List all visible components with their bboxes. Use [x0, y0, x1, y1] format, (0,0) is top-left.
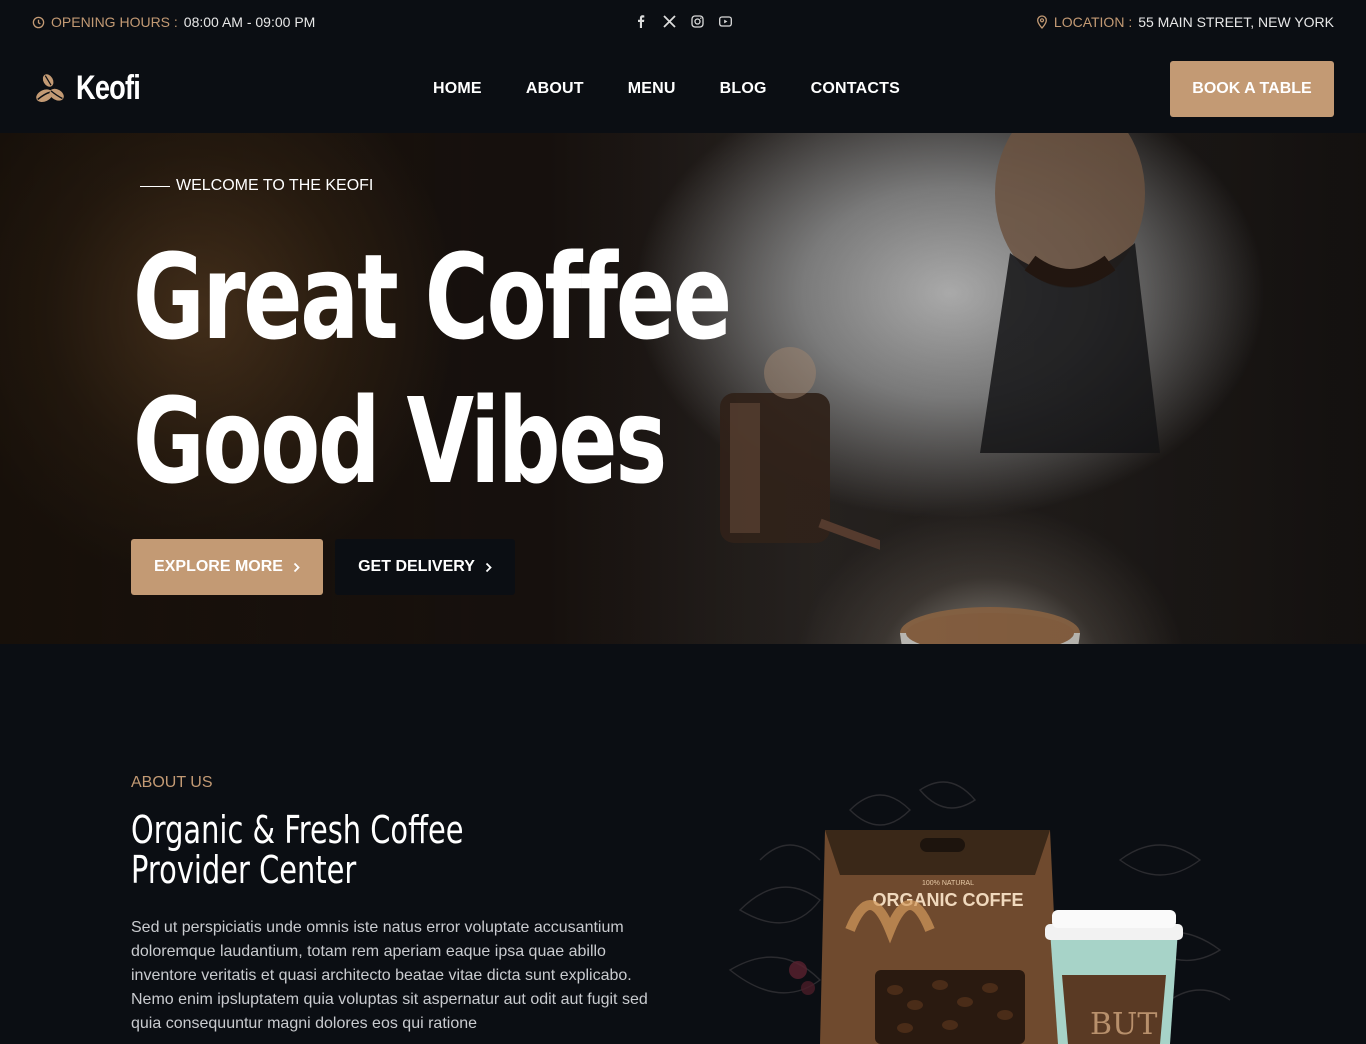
about-title-line2: Provider Center — [131, 848, 357, 892]
about-text: Sed ut perspiciatis unde omnis iste natu… — [131, 919, 648, 1032]
main-nav: HOME ABOUT MENU BLOG CONTACTS — [433, 44, 900, 133]
facebook-icon[interactable] — [634, 14, 648, 28]
hero-section: WELCOME TO THE KEOFI Great Coffee Good V… — [0, 133, 1366, 644]
location-value: 55 MAIN STREET, NEW YORK — [1138, 14, 1334, 30]
location: LOCATION : 55 MAIN STREET, NEW YORK — [1036, 14, 1334, 30]
social-links — [634, 14, 732, 28]
opening-hours-value: 08:00 AM - 09:00 PM — [183, 14, 316, 30]
about-title: Organic & Fresh Coffee Provider Center — [131, 810, 464, 890]
nav-menu[interactable]: MENU — [628, 80, 676, 98]
about-label: ABOUT US — [131, 774, 213, 791]
hero-eyebrow-text: WELCOME TO THE KEOFI — [176, 177, 374, 194]
chevron-right-icon — [485, 562, 492, 572]
logo-text: Keofi — [76, 69, 141, 107]
explore-more-button[interactable]: EXPLORE MORE — [131, 539, 323, 595]
svg-text:BUT: BUT — [1090, 1007, 1157, 1042]
coffee-beans-logo-icon — [36, 73, 64, 102]
hero-headline-line2: Good Vibes — [133, 372, 667, 510]
chevron-right-icon — [293, 562, 300, 572]
bag-big-text: ORGANIC COFFE — [873, 890, 1024, 910]
opening-hours: OPENING HOURS : 08:00 AM - 09:00 PM — [32, 14, 315, 30]
nav-contacts[interactable]: CONTACTS — [811, 80, 900, 98]
get-delivery-label: GET DELIVERY — [358, 558, 475, 575]
hero-headline: Great Coffee Good Vibes — [133, 225, 732, 513]
map-pin-icon — [1036, 15, 1047, 29]
nav-home[interactable]: HOME — [433, 80, 482, 98]
book-a-table-button[interactable]: BOOK A TABLE — [1170, 61, 1334, 117]
coffee-product-image: 100% NATURAL ORGANIC COFFE BUT — [728, 781, 1231, 1044]
nav-about[interactable]: ABOUT — [526, 80, 584, 98]
instagram-icon[interactable] — [690, 14, 704, 28]
youtube-icon[interactable] — [718, 14, 732, 28]
eyebrow-line — [140, 185, 170, 187]
site-header: Keofi HOME ABOUT MENU BLOG CONTACTS BOOK… — [0, 44, 1366, 133]
explore-more-label: EXPLORE MORE — [154, 558, 283, 575]
get-delivery-button[interactable]: GET DELIVERY — [335, 539, 515, 595]
location-label: LOCATION : — [1053, 14, 1133, 30]
hero-eyebrow: WELCOME TO THE KEOFI — [140, 177, 373, 195]
clock-icon — [32, 16, 45, 28]
about-title-line1: Organic & Fresh Coffee — [131, 808, 464, 852]
hero-headline-line1: Great Coffee — [133, 228, 732, 366]
opening-hours-label: OPENING HOURS : — [51, 14, 178, 30]
logo[interactable]: Keofi — [32, 69, 156, 108]
nav-blog[interactable]: BLOG — [720, 80, 767, 98]
x-icon[interactable] — [662, 14, 676, 28]
bag-small-text: 100% NATURAL — [922, 880, 974, 887]
